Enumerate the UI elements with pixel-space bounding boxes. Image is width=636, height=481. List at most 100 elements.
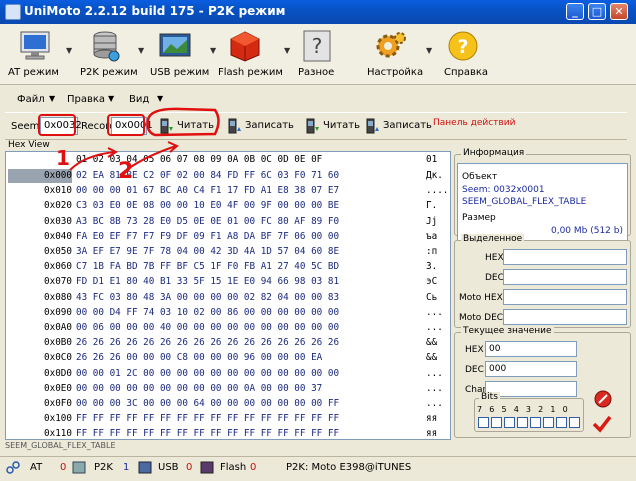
record-input[interactable]: 0x0001	[111, 117, 153, 135]
close-button[interactable]: ✕	[610, 3, 628, 20]
hex-row-bytes[interactable]: 26 26 26 00 00 00 C8 00 00 00 96 00 00 0…	[76, 351, 322, 365]
chevron-down-icon[interactable]: ▼	[49, 94, 55, 103]
at-mode-button[interactable]: AT режим ▼	[4, 26, 74, 82]
hex-row-bytes[interactable]: FA E0 EF F7 F7 F9 DF 09 F1 A8 DA BF 7F 0…	[76, 230, 339, 244]
hex-row-bytes[interactable]: 02 EA 81 BE C2 0F 02 00 84 FD FF 6C 03 F…	[76, 169, 339, 183]
p2k-status-value: 1	[123, 462, 130, 473]
chevron-down-icon[interactable]: ▼	[284, 46, 290, 55]
usb-mode-button[interactable]: USB режим ▼	[150, 26, 224, 82]
hex-row-bytes[interactable]: 00 00 01 2C 00 00 00 00 00 00 00 00 00 0…	[76, 367, 339, 381]
hex-row-bytes[interactable]: 43 FC 03 80 48 3A 00 00 00 00 02 82 04 0…	[76, 291, 339, 305]
p2k-mode-button[interactable]: P2K режим ▼	[78, 26, 150, 82]
svg-text:?: ?	[312, 34, 323, 58]
p2k-status-icon	[72, 461, 86, 474]
hex-row-ascii[interactable]: яя	[426, 427, 437, 439]
menu-file[interactable]: Файл	[17, 94, 45, 105]
hex-row-ascii[interactable]: ...	[426, 306, 443, 320]
hex-row-ascii[interactable]: Дк.	[426, 169, 443, 183]
minimize-button[interactable]: _	[566, 3, 584, 20]
hex-row-address: 0x070	[44, 276, 72, 288]
menu-view[interactable]: Вид	[129, 94, 149, 105]
sel-dec-field[interactable]	[503, 269, 627, 285]
hex-row-bytes[interactable]: FD D1 E1 80 40 B1 33 5F 15 1E E0 94 66 9…	[76, 275, 339, 289]
chevron-down-icon[interactable]: ▼	[66, 46, 72, 55]
chevron-down-icon[interactable]: ▼	[108, 94, 114, 103]
bit-0-checkbox[interactable]	[569, 417, 580, 428]
hex-row-bytes[interactable]: FF FF FF FF FF FF FF FF FF FF FF FF FF F…	[76, 412, 339, 426]
read-all-button[interactable]: Читать	[301, 116, 365, 136]
read-button[interactable]: Читать	[155, 116, 219, 136]
bit-1-checkbox[interactable]	[556, 417, 567, 428]
hex-row-bytes[interactable]: 00 00 00 01 67 BC A0 C4 F1 17 FD A1 E8 3…	[76, 184, 339, 198]
hex-row-ascii[interactable]: З.	[426, 260, 437, 274]
hex-row-bytes[interactable]: 3A EF E7 9E 7F 78 04 00 42 3D 4A 1D 57 0…	[76, 245, 339, 259]
write-button[interactable]: Записать	[223, 116, 294, 136]
maximize-button[interactable]: □	[588, 3, 606, 20]
chevron-down-icon[interactable]: ▼	[426, 46, 432, 55]
hex-row-bytes[interactable]: 00 06 00 00 00 40 00 00 00 00 00 00 00 0…	[76, 321, 339, 335]
hex-row-address: 0x090	[44, 306, 72, 318]
action-panel-label: Панель действий	[433, 118, 516, 128]
hex-row-bytes[interactable]: FF FF FF FF FF FF FF FF FF FF FF FF FF F…	[76, 427, 339, 439]
moto-dec-field[interactable]	[503, 309, 627, 325]
help-circle-icon: ?	[448, 31, 478, 61]
flash-status-value: 0	[250, 462, 257, 473]
hex-row-bytes[interactable]: C7 1B FA BD 7B FF BF C5 1F F0 FB A1 27 4…	[76, 260, 339, 274]
hex-row-ascii[interactable]: Сь	[426, 291, 437, 305]
chevron-down-icon[interactable]: ▼	[210, 46, 216, 55]
bit-6-checkbox[interactable]	[491, 417, 502, 428]
seem-input[interactable]: 0x0032	[40, 117, 82, 135]
chevron-down-icon[interactable]: ▼	[138, 46, 144, 55]
hex-row-bytes[interactable]: 00 00 00 00 00 00 00 00 00 00 0A 00 00 0…	[76, 382, 322, 396]
hex-view-panel: Hex View 01 02 03 04 05 06 07 08 09 0A 0…	[5, 140, 451, 440]
info-group: Информация Объект Seem: 0032x0001 SEEM_G…	[454, 148, 631, 241]
settings-button[interactable]: Настройка ▼	[362, 26, 434, 82]
bit-4-checkbox[interactable]	[517, 417, 528, 428]
hex-row-bytes[interactable]: A3 BC 8B 73 28 E0 D5 0E 0E 01 00 FC 80 A…	[76, 215, 339, 229]
moto-hex-field[interactable]	[503, 289, 627, 305]
right-panel: Информация Объект Seem: 0032x0001 SEEM_G…	[454, 148, 632, 450]
bit-7-checkbox[interactable]	[478, 417, 489, 428]
hex-row-address: 0x080	[44, 291, 72, 303]
info-title: Информация	[461, 148, 527, 158]
hex-row-bytes[interactable]: 00 00 D4 FF 74 03 10 02 00 86 00 00 00 0…	[76, 306, 339, 320]
hex-row-ascii[interactable]: Г.	[426, 199, 437, 213]
hex-row-ascii[interactable]: ...	[426, 382, 443, 396]
help-button[interactable]: ? Справка	[436, 26, 494, 82]
hex-view[interactable]: 01 02 03 04 05 06 07 08 09 0A 0B 0C 0D 0…	[5, 151, 451, 440]
hex-row-ascii[interactable]: яя	[426, 412, 437, 426]
hex-row-ascii[interactable]: ...	[426, 397, 443, 411]
chevron-down-icon[interactable]: ▼	[157, 94, 163, 103]
info-box: Объект Seem: 0032x0001 SEEM_GLOBAL_FLEX_…	[457, 163, 628, 241]
hex-row-ascii[interactable]: эС	[426, 275, 437, 289]
hex-status-strip: SEEM_GLOBAL_FLEX_TABLE	[5, 441, 116, 450]
hex-row-ascii[interactable]: ....	[426, 184, 448, 198]
hex-row-bytes[interactable]: 00 00 00 3C 00 00 00 64 00 00 00 00 00 0…	[76, 397, 339, 411]
hex-row-ascii[interactable]: :п	[426, 245, 437, 259]
hex-row-address: 0x0D0	[44, 367, 72, 379]
hex-row-ascii[interactable]: Jj	[426, 215, 437, 229]
hex-row-bytes[interactable]: 26 26 26 26 26 26 26 26 26 26 26 26 26 2…	[76, 336, 339, 350]
bit-2-checkbox[interactable]	[543, 417, 554, 428]
flash-mode-button[interactable]: Flash режим ▼	[218, 26, 296, 82]
misc-button[interactable]: ? Разное	[296, 26, 366, 82]
hex-row-ascii[interactable]: ъа	[426, 230, 437, 244]
apply-check-icon[interactable]	[592, 415, 612, 433]
cancel-icon[interactable]	[594, 390, 612, 408]
hex-row-ascii[interactable]: ...	[426, 321, 443, 335]
write-all-button[interactable]: Записать	[361, 116, 432, 136]
hex-row-ascii[interactable]: &&	[426, 351, 437, 365]
cur-dec-field[interactable]: 000	[485, 361, 577, 377]
cur-hex-field[interactable]: 00	[485, 341, 577, 357]
hex-row-ascii[interactable]: &&	[426, 336, 437, 350]
bit-5-checkbox[interactable]	[504, 417, 515, 428]
menu-edit[interactable]: Правка	[67, 94, 105, 105]
write-all-label: Записать	[383, 120, 432, 131]
bit-3-checkbox[interactable]	[530, 417, 541, 428]
hex-row-ascii[interactable]: ...	[426, 367, 443, 381]
object-value-2: SEEM_GLOBAL_FLEX_TABLE	[462, 197, 587, 207]
hex-row-address: 0x0C0	[44, 352, 72, 364]
hex-row-bytes[interactable]: C3 03 E0 0E 08 00 00 10 E0 4F 00 9F 00 0…	[76, 199, 339, 213]
hex-column-header: 01 02 03 04 05 06 07 08 09 0A 0B 0C 0D 0…	[76, 154, 323, 165]
sel-hex-field[interactable]	[503, 249, 627, 265]
